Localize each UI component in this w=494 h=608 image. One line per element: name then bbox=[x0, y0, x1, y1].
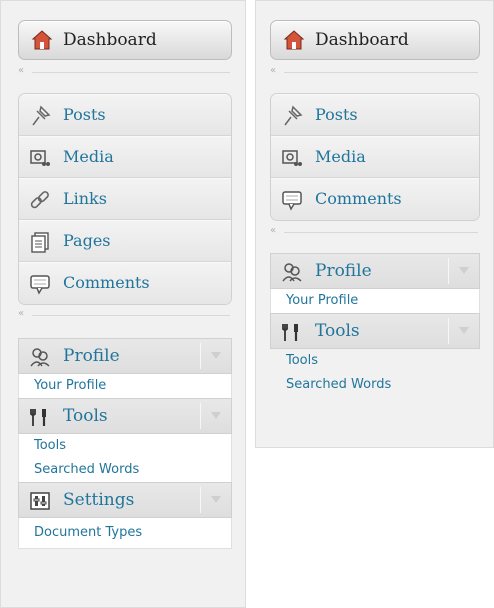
nav-label: Media bbox=[63, 147, 114, 166]
collapse-arrow-icon: « bbox=[18, 65, 25, 76]
collapse-arrow-icon: « bbox=[270, 225, 277, 236]
nav-label: Media bbox=[315, 147, 366, 166]
nav-item-pages[interactable]: Pages bbox=[19, 220, 231, 262]
pushpin-icon bbox=[29, 105, 51, 127]
submenu: Your Profile bbox=[270, 289, 480, 313]
tools-icon bbox=[281, 321, 303, 343]
menu-header-label: Tools bbox=[63, 406, 108, 426]
admin-menu-expanded: Dashboard « Posts Media Links Pages Comm… bbox=[0, 0, 246, 608]
chevron-down-icon[interactable] bbox=[211, 496, 221, 503]
profile-menu: Profile Your Profile Tools Tools Searche… bbox=[270, 253, 480, 397]
chevron-down-icon[interactable] bbox=[211, 352, 221, 359]
users-icon bbox=[29, 346, 51, 368]
main-nav-group: Posts Media Links Pages Comments bbox=[18, 93, 232, 305]
nav-label: Posts bbox=[315, 105, 358, 124]
link-icon bbox=[29, 189, 51, 211]
submenu-item-searched-words[interactable]: Searched Words bbox=[19, 458, 231, 482]
submenu-item-your-profile[interactable]: Your Profile bbox=[271, 289, 479, 313]
menu-header-label: Tools bbox=[315, 321, 360, 341]
collapse-arrow-icon: « bbox=[270, 65, 277, 76]
home-icon bbox=[283, 29, 305, 51]
submenu: Your Profile bbox=[18, 374, 232, 398]
menu-header-profile[interactable]: Profile bbox=[270, 253, 480, 289]
chevron-down-icon[interactable] bbox=[211, 412, 221, 419]
nav-item-comments[interactable]: Comments bbox=[271, 178, 479, 220]
users-icon bbox=[281, 261, 303, 283]
submenu-item-tools[interactable]: Tools bbox=[270, 349, 480, 373]
comment-icon bbox=[281, 189, 303, 211]
nav-item-comments[interactable]: Comments bbox=[19, 262, 231, 304]
divider bbox=[284, 72, 478, 73]
settings-icon bbox=[29, 490, 51, 512]
submenu-item-tools[interactable]: Tools bbox=[19, 434, 231, 458]
divider bbox=[448, 258, 449, 284]
admin-menu-restricted: Dashboard « Posts Media Comments « Profi… bbox=[255, 0, 494, 448]
dashboard-label: Dashboard bbox=[315, 30, 409, 50]
dashboard-menu-item[interactable]: Dashboard bbox=[18, 20, 232, 60]
dashboard-menu-item[interactable]: Dashboard bbox=[270, 20, 480, 60]
divider bbox=[200, 403, 201, 429]
main-nav-group: Posts Media Comments bbox=[270, 93, 480, 221]
nav-item-media[interactable]: Media bbox=[19, 136, 231, 178]
nav-label: Pages bbox=[63, 231, 111, 250]
menu-header-label: Settings bbox=[63, 490, 135, 510]
collapse-arrow-icon: « bbox=[18, 308, 25, 319]
collapse-menu-toggle[interactable]: « bbox=[270, 225, 478, 239]
media-icon bbox=[29, 147, 51, 169]
nav-item-media[interactable]: Media bbox=[271, 136, 479, 178]
nav-label: Comments bbox=[315, 189, 402, 208]
submenu-item-your-profile[interactable]: Your Profile bbox=[19, 374, 231, 398]
nav-item-links[interactable]: Links bbox=[19, 178, 231, 220]
submenu-item-searched-words[interactable]: Searched Words bbox=[270, 373, 480, 397]
menu-header-settings[interactable]: Settings bbox=[18, 482, 232, 518]
menu-header-profile[interactable]: Profile bbox=[18, 338, 232, 374]
nav-item-posts[interactable]: Posts bbox=[19, 94, 231, 136]
nav-label: Comments bbox=[63, 273, 150, 292]
menu-header-label: Profile bbox=[63, 346, 120, 366]
collapse-menu-toggle[interactable]: « bbox=[18, 65, 230, 79]
chevron-down-icon[interactable] bbox=[459, 327, 469, 334]
chevron-down-icon[interactable] bbox=[459, 267, 469, 274]
submenu: Document Types bbox=[18, 518, 232, 549]
submenu: Tools Searched Words bbox=[270, 349, 480, 397]
nav-item-posts[interactable]: Posts bbox=[271, 94, 479, 136]
home-icon bbox=[31, 29, 53, 51]
divider bbox=[200, 487, 201, 513]
divider bbox=[284, 232, 478, 233]
profile-menu: Profile Your Profile Tools Tools Searche… bbox=[18, 338, 232, 549]
pushpin-icon bbox=[281, 105, 303, 127]
nav-label: Posts bbox=[63, 105, 106, 124]
divider bbox=[32, 72, 230, 73]
dashboard-label: Dashboard bbox=[63, 30, 157, 50]
menu-header-label: Profile bbox=[315, 261, 372, 281]
collapse-menu-toggle[interactable]: « bbox=[18, 308, 230, 322]
nav-label: Links bbox=[63, 189, 107, 208]
menu-header-tools[interactable]: Tools bbox=[270, 313, 480, 349]
divider bbox=[200, 343, 201, 369]
collapse-menu-toggle[interactable]: « bbox=[270, 65, 478, 79]
comment-icon bbox=[29, 273, 51, 295]
media-icon bbox=[281, 147, 303, 169]
submenu-item-document-types[interactable]: Document Types bbox=[19, 518, 231, 548]
menu-header-tools[interactable]: Tools bbox=[18, 398, 232, 434]
submenu: Tools Searched Words bbox=[18, 434, 232, 482]
tools-icon bbox=[29, 406, 51, 428]
divider bbox=[32, 315, 230, 316]
pages-icon bbox=[29, 231, 51, 253]
divider bbox=[448, 318, 449, 344]
